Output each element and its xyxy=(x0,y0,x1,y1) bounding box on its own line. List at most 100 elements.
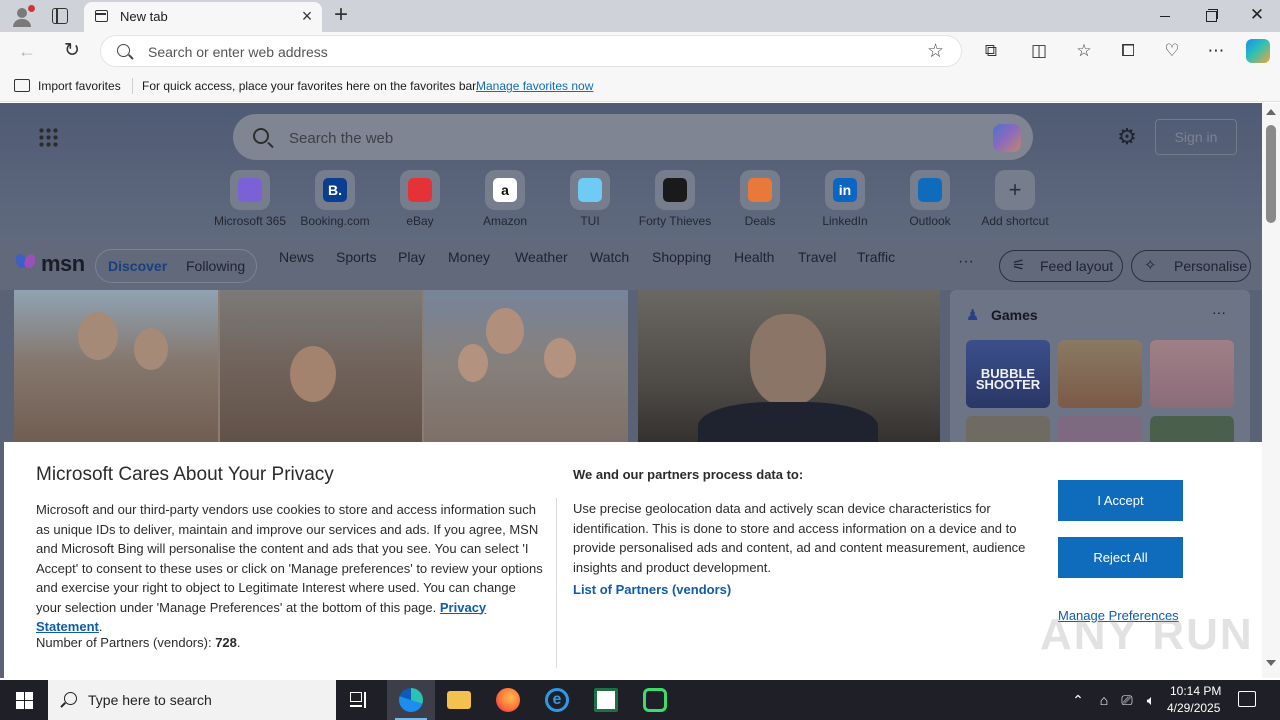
settings-more-icon[interactable]: ⋯ xyxy=(1203,38,1229,64)
taskbar-search-placeholder: Type here to search xyxy=(88,692,212,708)
purposes-body: Use precise geolocation data and activel… xyxy=(573,501,1026,575)
amazon-icon: a xyxy=(493,178,517,202)
sign-in-button[interactable]: Sign in xyxy=(1155,119,1237,155)
manage-favorites-link[interactable]: Manage favorites now xyxy=(476,79,593,93)
games-title: Games xyxy=(991,307,1038,323)
volume-icon[interactable]: 🔈︎ xyxy=(1140,680,1162,720)
shortcut-tile[interactable]: Forty Thieves xyxy=(632,170,718,230)
scroll-up-icon[interactable] xyxy=(1266,109,1276,115)
favorite-star-icon[interactable]: ☆ xyxy=(927,40,944,63)
minimize-button[interactable] xyxy=(1142,0,1188,32)
games-more-icon[interactable]: ··· xyxy=(1212,304,1226,320)
browser-toolbar: ← ↻ ☆ ⧉ ◫ ☆ ⧠ ♡ ⋯ xyxy=(0,32,1280,70)
feed-layout-label: Feed layout xyxy=(1040,258,1114,274)
taskbar-search-box[interactable]: Type here to search xyxy=(48,680,336,720)
copilot-icon[interactable] xyxy=(1246,39,1270,63)
nav-news[interactable]: News xyxy=(279,249,314,265)
close-window-button[interactable]: ✕ xyxy=(1234,0,1280,32)
address-bar[interactable]: ☆ xyxy=(100,35,962,67)
task-view-icon[interactable] xyxy=(350,692,368,708)
list-of-partners-link[interactable]: List of Partners (vendors) xyxy=(573,582,731,597)
ebay-icon xyxy=(408,178,432,202)
nav-watch[interactable]: Watch xyxy=(590,249,629,265)
tab-following[interactable]: Following xyxy=(186,258,245,274)
shortcut-icon-tile xyxy=(655,170,695,210)
shortcut-tile[interactable]: Deals xyxy=(717,170,803,230)
divider xyxy=(132,78,133,94)
tab-new-tab[interactable]: New tab × xyxy=(84,2,322,32)
personalise-button[interactable]: ✧ Personalise xyxy=(1131,250,1251,282)
spreadsheet-app-icon[interactable] xyxy=(582,680,630,720)
file-explorer-icon[interactable] xyxy=(435,680,483,720)
game-tile[interactable] xyxy=(1058,340,1142,408)
shortcut-label: Outlook xyxy=(909,214,951,228)
back-arrow-icon[interactable]: ← xyxy=(16,40,38,62)
privacy-body: Microsoft and our third-party vendors us… xyxy=(36,500,544,637)
import-favorites-icon[interactable] xyxy=(14,79,30,92)
shortcut-tile[interactable]: Outlook xyxy=(887,170,973,230)
accept-button[interactable]: I Accept xyxy=(1058,480,1183,521)
feed-layout-button[interactable]: ⚟ Feed layout xyxy=(999,250,1123,282)
green-app-icon[interactable] xyxy=(631,680,679,720)
nav-shopping[interactable]: Shopping xyxy=(652,249,711,265)
close-tab-icon[interactable]: × xyxy=(298,7,316,25)
windows-taskbar: Type here to search e ⌃ ⌂ ⎚ 🔈︎ 10:14 PM … xyxy=(0,680,1280,720)
shortcut-tile[interactable]: B. Booking.com xyxy=(292,170,378,230)
tab-title: New tab xyxy=(120,9,168,24)
device-icon[interactable]: ⌂ xyxy=(1094,680,1114,720)
edge-taskbar-icon[interactable] xyxy=(387,680,435,720)
nav-play[interactable]: Play xyxy=(398,249,425,265)
split-screen-icon[interactable]: ◫ xyxy=(1026,38,1052,64)
page-scrollbar[interactable] xyxy=(1262,103,1280,678)
nav-sports[interactable]: Sports xyxy=(336,249,376,265)
clock-date[interactable]: 4/29/2025 xyxy=(1167,701,1220,715)
shortcut-icon-tile: in xyxy=(825,170,865,210)
reject-all-button[interactable]: Reject All xyxy=(1058,537,1183,578)
nav-money[interactable]: Money xyxy=(448,249,490,265)
nav-travel[interactable]: Travel xyxy=(798,249,836,265)
news-image-card[interactable] xyxy=(638,290,940,450)
restore-button[interactable] xyxy=(1188,0,1234,32)
new-tab-button[interactable]: + xyxy=(330,3,352,27)
internet-explorer-icon[interactable]: e xyxy=(533,680,581,720)
shortcut-tile[interactable]: in LinkedIn xyxy=(802,170,888,230)
start-button[interactable] xyxy=(0,680,48,720)
shortcut-label: Booking.com xyxy=(300,214,370,228)
hero-image-card[interactable] xyxy=(14,290,628,450)
firefox-icon[interactable] xyxy=(484,680,532,720)
browser-essentials-icon[interactable]: ♡ xyxy=(1159,38,1185,64)
clock-time[interactable]: 10:14 PM xyxy=(1170,684,1221,698)
import-favorites-button[interactable]: Import favorites xyxy=(38,79,121,93)
shortcut-tile[interactable]: + Add shortcut xyxy=(972,170,1058,230)
profile-avatar-icon[interactable] xyxy=(10,5,35,27)
address-input[interactable] xyxy=(148,43,888,61)
nav-health[interactable]: Health xyxy=(734,249,774,265)
scrollbar-thumb[interactable] xyxy=(1266,125,1276,223)
tui-icon xyxy=(578,178,602,202)
web-search-input[interactable] xyxy=(289,128,889,148)
shortcut-tile[interactable]: a Amazon xyxy=(462,170,548,230)
nav-traffic[interactable]: Traffic xyxy=(857,249,895,265)
game-tile-bubble-shooter[interactable]: BUBBLE SHOOTER xyxy=(966,340,1050,408)
notifications-icon[interactable] xyxy=(1238,691,1256,707)
game-tile[interactable] xyxy=(1150,340,1234,408)
refresh-icon[interactable]: ↻ xyxy=(61,40,83,62)
favorites-icon[interactable]: ☆ xyxy=(1071,38,1097,64)
shortcut-tile[interactable]: Microsoft 365 xyxy=(207,170,293,230)
network-icon[interactable]: ⎚ xyxy=(1117,680,1137,720)
tab-actions-icon[interactable] xyxy=(52,8,68,24)
scroll-down-icon[interactable] xyxy=(1266,660,1276,666)
nav-weather[interactable]: Weather xyxy=(515,249,568,265)
nav-more-icon[interactable]: ··· xyxy=(958,253,974,271)
tab-discover[interactable]: Discover xyxy=(108,258,167,274)
shortcut-tile[interactable]: eBay xyxy=(377,170,463,230)
tray-overflow-chevron-icon[interactable]: ⌃ xyxy=(1068,680,1088,720)
copilot-search-icon[interactable] xyxy=(993,124,1021,152)
collections-icon[interactable]: ⧠ xyxy=(1115,38,1141,64)
shortcut-label: Add shortcut xyxy=(981,214,1049,228)
shortcut-tile[interactable]: TUI xyxy=(547,170,633,230)
web-search-box[interactable] xyxy=(233,114,1033,160)
extensions-icon[interactable]: ⧉ xyxy=(978,38,1004,64)
apps-launcher-icon[interactable] xyxy=(38,127,58,147)
page-settings-gear-icon[interactable]: ⚙ xyxy=(1115,125,1139,149)
